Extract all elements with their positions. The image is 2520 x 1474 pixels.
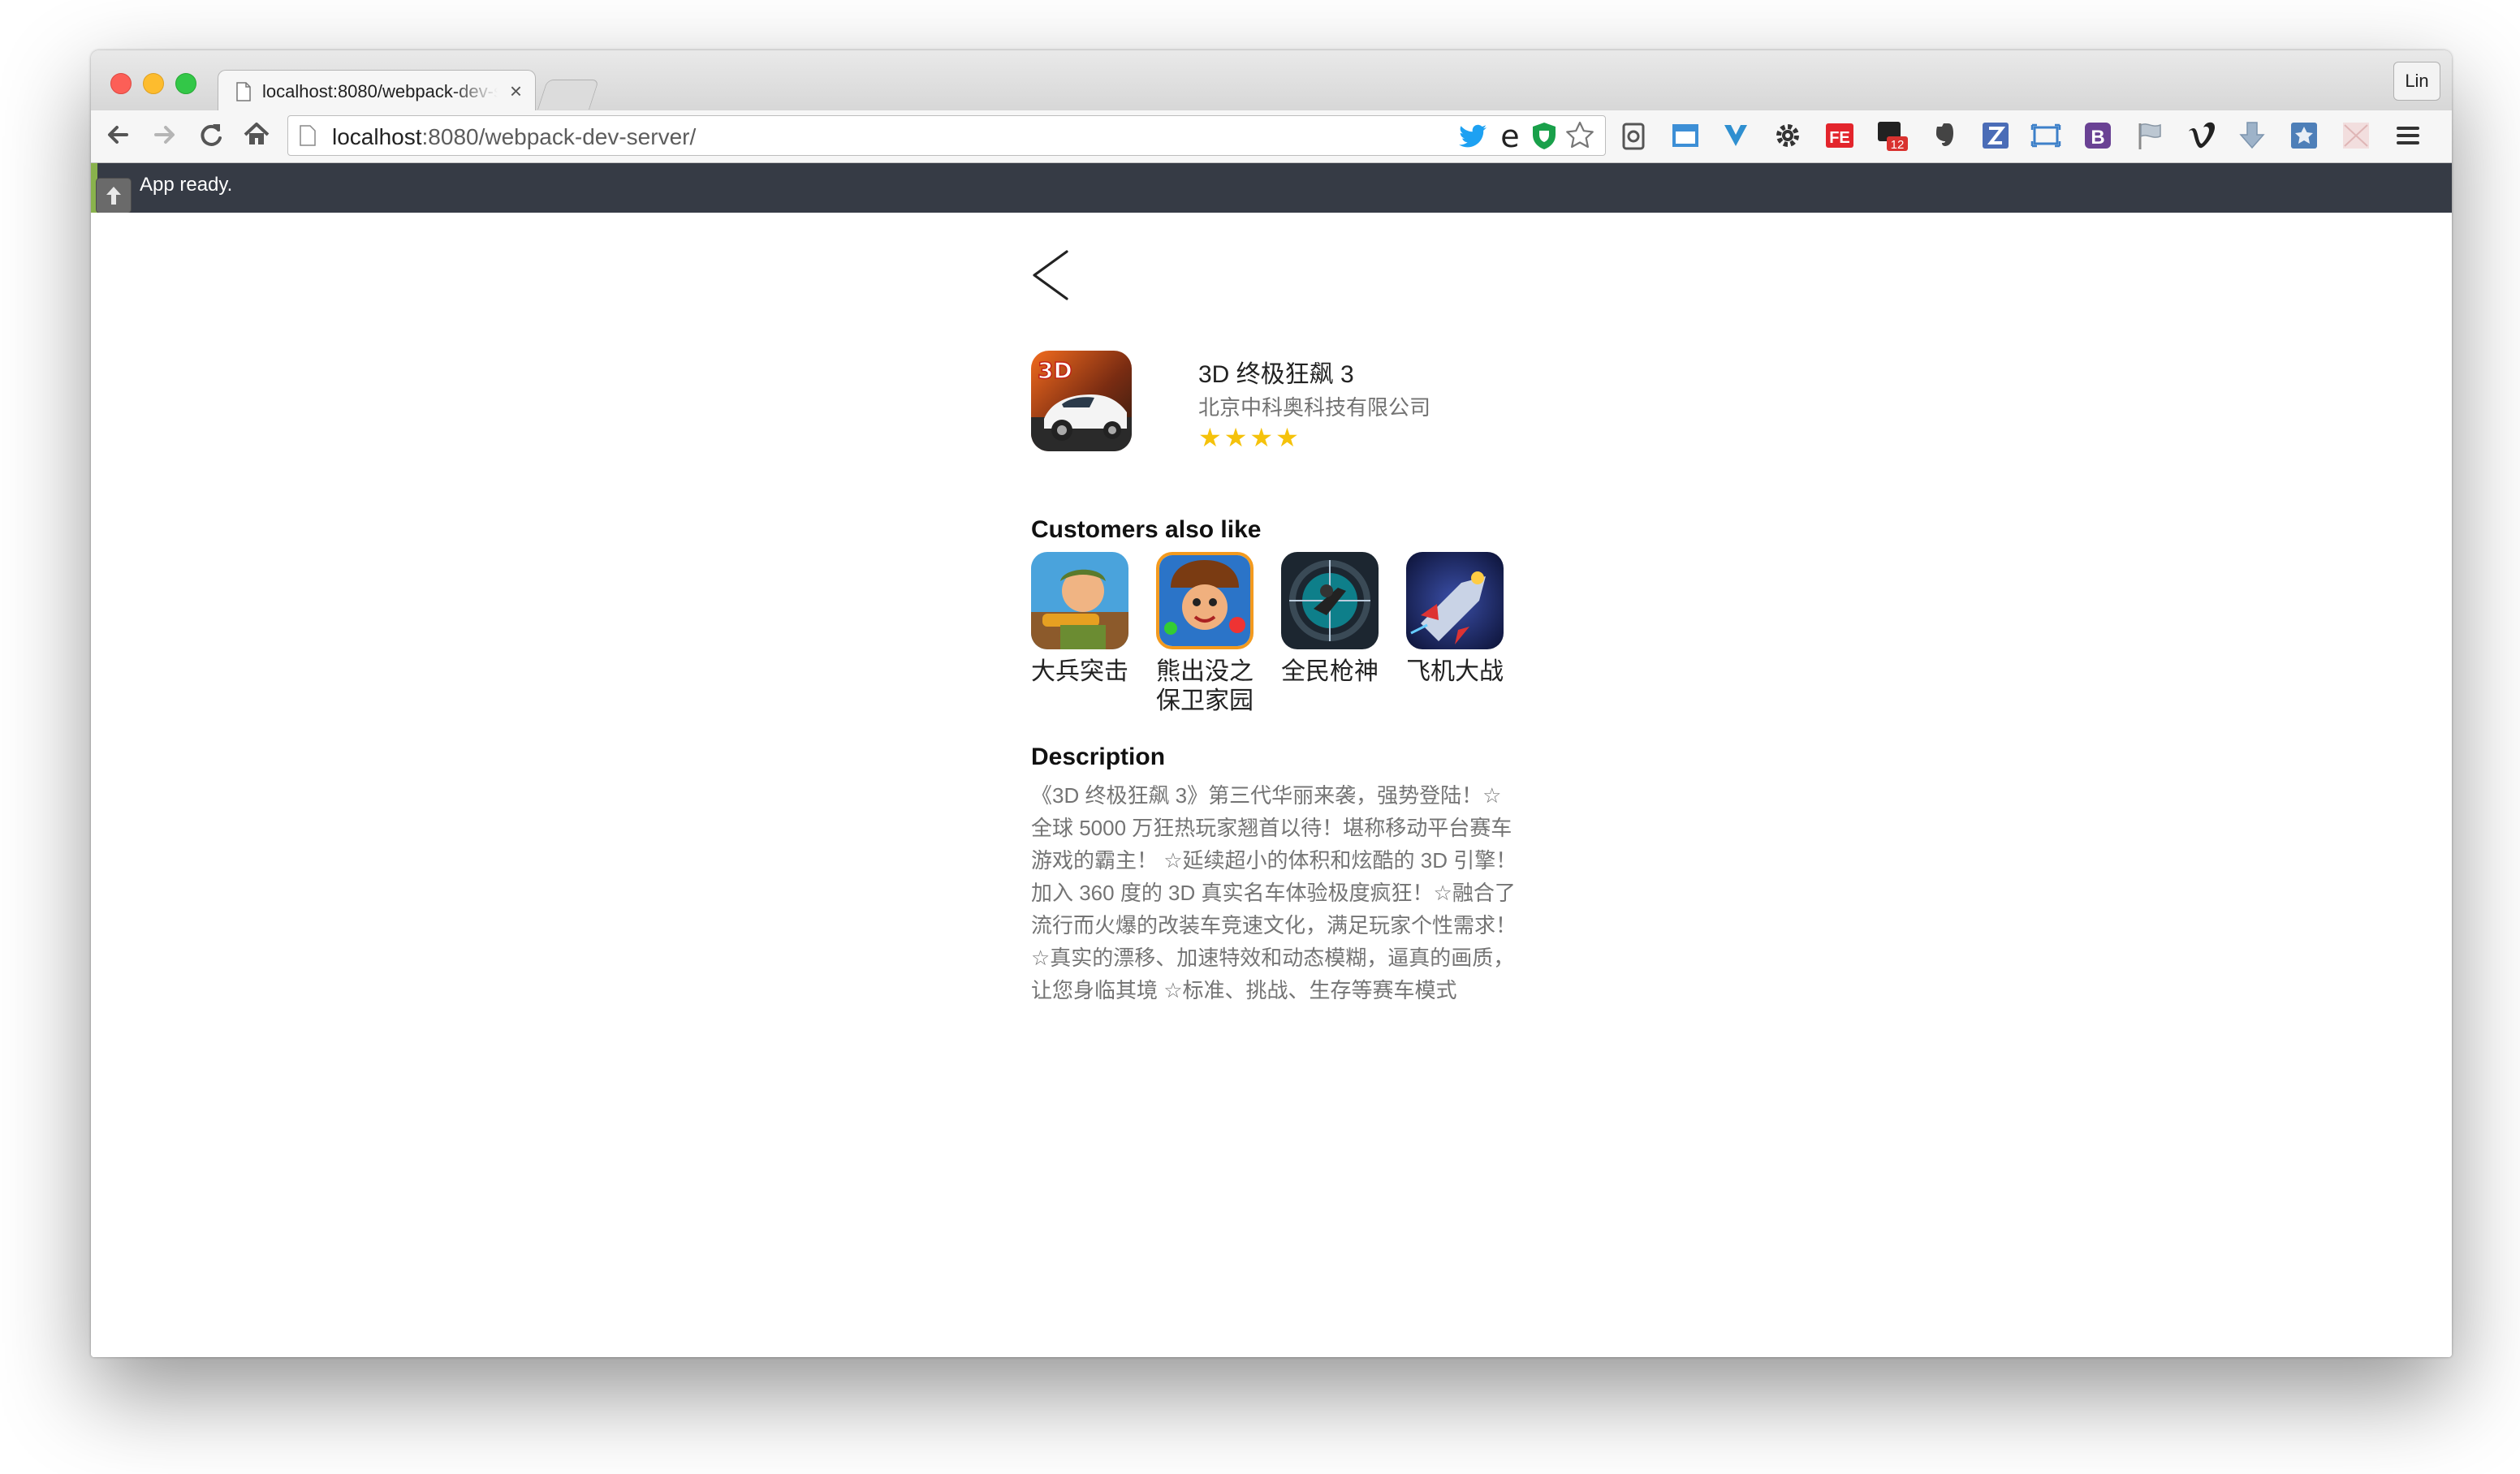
forward-arrow-icon[interactable] <box>148 117 180 153</box>
recommended-app-3[interactable]: 全民枪神 <box>1281 552 1379 687</box>
arrow-up-icon <box>106 187 121 205</box>
download-icon[interactable] <box>2236 119 2268 153</box>
page-tool-icon[interactable] <box>1617 119 1650 153</box>
close-window-button[interactable] <box>110 73 132 94</box>
status-text: App ready. <box>140 174 233 196</box>
bootstrap-icon[interactable]: B <box>2082 119 2114 153</box>
app-status-bar: App ready. <box>91 163 2452 213</box>
bookmark-star-icon[interactable] <box>1564 120 1595 151</box>
adblock-shield-icon[interactable] <box>1529 120 1560 151</box>
recommendations-heading: Customers also like <box>1031 516 1262 543</box>
notification-badge: 12 <box>1891 138 1905 152</box>
app-developer: 北京中科奥科技有限公司 <box>1198 395 1431 420</box>
recommended-app-name: 飞机大战 <box>1406 658 1504 685</box>
evernote-icon[interactable] <box>1927 119 1960 153</box>
minimize-window-button[interactable] <box>143 73 164 94</box>
gear-icon[interactable] <box>1771 119 1804 153</box>
svg-text:B: B <box>2091 127 2104 149</box>
zoom-window-button[interactable] <box>175 73 196 94</box>
app-icon <box>1156 552 1254 649</box>
app-icon <box>1281 552 1379 649</box>
recommended-app-name: 大兵突击 <box>1031 658 1128 685</box>
menu-icon[interactable] <box>2392 119 2424 153</box>
flag-icon[interactable] <box>2134 119 2166 153</box>
app-icon-logo: 3D <box>1038 357 1072 384</box>
svg-text:FE: FE <box>1829 129 1850 147</box>
twitter-icon[interactable] <box>1459 120 1490 151</box>
rating-stars: ★★★★ <box>1198 423 1301 452</box>
page-icon <box>236 82 251 101</box>
tab-strip: localhost:8080/webpack-dev-server/ × Lin <box>91 50 2452 113</box>
back-arrow-icon[interactable] <box>102 117 135 153</box>
tab-close-icon[interactable]: × <box>510 79 522 104</box>
svg-text:e: e <box>1500 120 1519 151</box>
address-bar[interactable]: localhost:8080/webpack-dev-server/ e <box>287 115 1606 156</box>
bookmark-icon[interactable] <box>2288 119 2320 153</box>
page-content: 3D 3D 终极狂飙 3 北京中科奥科技有限公司 ★★★★ Customers … <box>91 213 2452 1357</box>
page-icon <box>300 125 316 146</box>
evernote-web-clipper-icon[interactable]: e <box>1495 120 1525 151</box>
blocked-icon[interactable] <box>2340 119 2372 153</box>
recommended-app-name: 熊出没之保卫家园 <box>1156 658 1254 714</box>
notifications-icon[interactable]: 12 <box>1875 119 1908 153</box>
recommended-app-2[interactable]: 熊出没之保卫家园 <box>1156 552 1254 716</box>
description-heading: Description <box>1031 743 1166 770</box>
recommended-app-name: 全民枪神 <box>1281 658 1379 685</box>
window-resizer-icon[interactable] <box>2030 119 2062 153</box>
fe-helper-icon[interactable]: FE <box>1823 119 1856 153</box>
browser-window: localhost:8080/webpack-dev-server/ × Lin… <box>91 50 2452 1357</box>
app-title: 3D 终极狂飙 3 <box>1198 361 1354 388</box>
tab-title: localhost:8080/webpack-dev-server/ <box>262 81 498 101</box>
zotero-icon[interactable] <box>1979 119 2012 153</box>
recommended-app-4[interactable]: 飞机大战 <box>1406 552 1504 687</box>
profile-button[interactable]: Lin <box>2393 62 2440 101</box>
vimeo-icon[interactable] <box>2186 119 2218 153</box>
tab-active[interactable]: localhost:8080/webpack-dev-server/ × <box>218 70 536 113</box>
screenshot-icon[interactable] <box>1669 119 1702 153</box>
home-icon[interactable] <box>240 117 273 153</box>
back-chevron-icon[interactable] <box>1029 245 1070 305</box>
new-tab-button[interactable] <box>537 80 600 110</box>
url-text[interactable]: localhost:8080/webpack-dev-server/ <box>332 124 696 150</box>
app-icon <box>1031 552 1128 649</box>
recommended-app-1[interactable]: 大兵突击 <box>1031 552 1128 687</box>
status-toggle-button[interactable] <box>96 178 132 213</box>
reload-icon[interactable] <box>195 117 227 153</box>
app-icon <box>1406 552 1504 649</box>
vimium-icon[interactable] <box>1720 119 1752 153</box>
browser-toolbar: localhost:8080/webpack-dev-server/ e FE … <box>91 110 2452 163</box>
app-icon: 3D <box>1031 351 1132 451</box>
description-text: 《3D 终极狂飙 3》第三代华丽来袭，强势登陆！☆全球 5000 万狂热玩家翘首… <box>1031 783 1517 1002</box>
